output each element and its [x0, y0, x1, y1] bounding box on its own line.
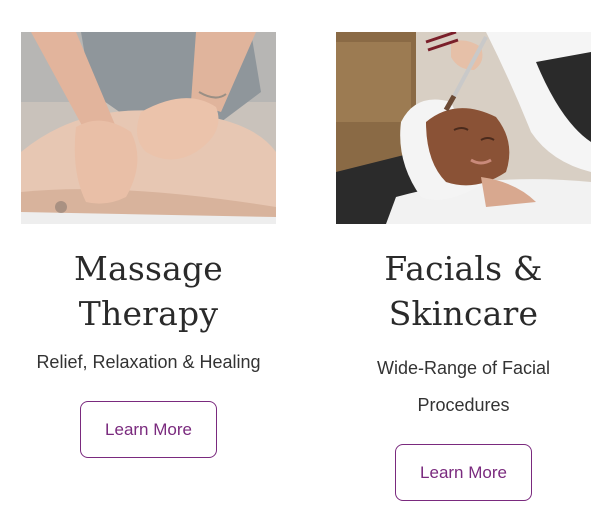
learn-more-button[interactable]: Learn More [80, 401, 217, 458]
card-title: Facials & Skincare [336, 246, 591, 336]
facial-photo [336, 32, 591, 224]
card-subtitle: Wide-Range of Facial Procedures [376, 358, 551, 415]
card-title: Massage Therapy [21, 246, 276, 336]
card-subtitle: Relief, Relaxation & Healing [36, 352, 261, 372]
service-card-facials: Facials & Skincare Wide-Range of Facial … [336, 32, 591, 501]
title-line: Therapy [78, 294, 219, 333]
title-line: Skincare [388, 294, 539, 333]
massage-photo [21, 32, 276, 224]
learn-more-button[interactable]: Learn More [395, 444, 532, 501]
title-line: Massage [73, 249, 224, 288]
service-card-massage: Massage Therapy Relief, Relaxation & Hea… [21, 32, 276, 458]
title-line: Facials & [384, 249, 543, 288]
